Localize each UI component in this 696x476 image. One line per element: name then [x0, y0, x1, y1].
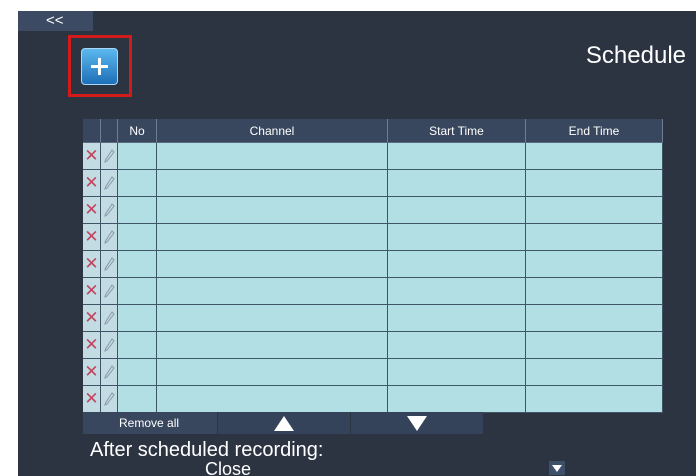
cell-channel — [157, 224, 388, 251]
cell-start-time — [388, 143, 526, 170]
header-channel: Channel — [157, 119, 388, 142]
cell-end-time — [526, 305, 663, 332]
table-row[interactable]: ✕ — [83, 143, 663, 170]
edit-pencil-icon[interactable] — [101, 170, 118, 197]
cell-no — [118, 359, 157, 386]
header-delete-col — [83, 119, 101, 142]
cell-channel — [157, 386, 388, 413]
cell-no — [118, 278, 157, 305]
cell-channel — [157, 332, 388, 359]
cell-start-time — [388, 251, 526, 278]
edit-pencil-icon[interactable] — [101, 143, 118, 170]
cell-end-time — [526, 332, 663, 359]
table-row[interactable]: ✕ — [83, 305, 663, 332]
dropdown-arrow-icon[interactable] — [549, 461, 565, 475]
move-up-icon — [274, 415, 294, 431]
table-row[interactable]: ✕ — [83, 332, 663, 359]
cell-end-time — [526, 386, 663, 413]
cell-no — [118, 197, 157, 224]
move-up-button[interactable] — [217, 412, 350, 434]
back-button[interactable]: << — [18, 11, 93, 31]
table-controls: Remove all — [83, 412, 483, 434]
edit-pencil-icon[interactable] — [101, 332, 118, 359]
cell-start-time — [388, 359, 526, 386]
edit-pencil-icon[interactable] — [101, 359, 118, 386]
delete-icon[interactable]: ✕ — [83, 386, 101, 413]
schedule-panel: << Schedule No Channel Start Time End Ti… — [18, 11, 696, 476]
cell-no — [118, 386, 157, 413]
table-row[interactable]: ✕ — [83, 278, 663, 305]
schedule-table: No Channel Start Time End Time ✕ ✕ ✕ ✕ ✕ ✕ ✕ ✕ ✕… — [83, 119, 663, 413]
cell-start-time — [388, 197, 526, 224]
cell-channel — [157, 251, 388, 278]
cell-channel — [157, 143, 388, 170]
delete-icon[interactable]: ✕ — [83, 170, 101, 197]
table-row[interactable]: ✕ — [83, 386, 663, 413]
cell-end-time — [526, 197, 663, 224]
header-no: No — [118, 119, 157, 142]
edit-pencil-icon[interactable] — [101, 278, 118, 305]
delete-icon[interactable]: ✕ — [83, 359, 101, 386]
delete-icon[interactable]: ✕ — [83, 197, 101, 224]
move-down-button[interactable] — [350, 412, 483, 434]
cell-end-time — [526, 278, 663, 305]
table-row[interactable]: ✕ — [83, 251, 663, 278]
cell-start-time — [388, 224, 526, 251]
move-down-icon — [407, 415, 427, 431]
cell-end-time — [526, 170, 663, 197]
delete-icon[interactable]: ✕ — [83, 305, 101, 332]
cell-no — [118, 332, 157, 359]
table-row[interactable]: ✕ — [83, 170, 663, 197]
delete-icon[interactable]: ✕ — [83, 251, 101, 278]
table-header: No Channel Start Time End Time — [83, 119, 663, 143]
table-row[interactable]: ✕ — [83, 359, 663, 386]
table-body: ✕ ✕ ✕ ✕ ✕ ✕ ✕ ✕ ✕ ✕ — [83, 143, 663, 413]
edit-pencil-icon[interactable] — [101, 386, 118, 413]
add-icon[interactable] — [81, 48, 118, 85]
header-end-time: End Time — [526, 119, 663, 142]
cell-start-time — [388, 332, 526, 359]
delete-icon[interactable]: ✕ — [83, 278, 101, 305]
delete-icon[interactable]: ✕ — [83, 143, 101, 170]
cell-channel — [157, 197, 388, 224]
cell-no — [118, 305, 157, 332]
cell-channel — [157, 170, 388, 197]
cell-channel — [157, 278, 388, 305]
cell-no — [118, 170, 157, 197]
after-recording-value[interactable]: Close — [205, 459, 251, 476]
header-start-time: Start Time — [388, 119, 526, 142]
cell-no — [118, 224, 157, 251]
delete-icon[interactable]: ✕ — [83, 224, 101, 251]
cell-channel — [157, 305, 388, 332]
cell-no — [118, 143, 157, 170]
delete-icon[interactable]: ✕ — [83, 332, 101, 359]
edit-pencil-icon[interactable] — [101, 251, 118, 278]
table-row[interactable]: ✕ — [83, 197, 663, 224]
cell-start-time — [388, 170, 526, 197]
table-row[interactable]: ✕ — [83, 224, 663, 251]
header-edit-col — [101, 119, 118, 142]
cell-end-time — [526, 359, 663, 386]
cell-channel — [157, 359, 388, 386]
cell-start-time — [388, 386, 526, 413]
edit-pencil-icon[interactable] — [101, 197, 118, 224]
edit-pencil-icon[interactable] — [101, 224, 118, 251]
cell-end-time — [526, 251, 663, 278]
page-title: Schedule — [585, 42, 686, 69]
remove-all-button[interactable]: Remove all — [83, 412, 217, 434]
cell-start-time — [388, 278, 526, 305]
cell-end-time — [526, 143, 663, 170]
cell-end-time — [526, 224, 663, 251]
edit-pencil-icon[interactable] — [101, 305, 118, 332]
cell-no — [118, 251, 157, 278]
cell-start-time — [388, 305, 526, 332]
